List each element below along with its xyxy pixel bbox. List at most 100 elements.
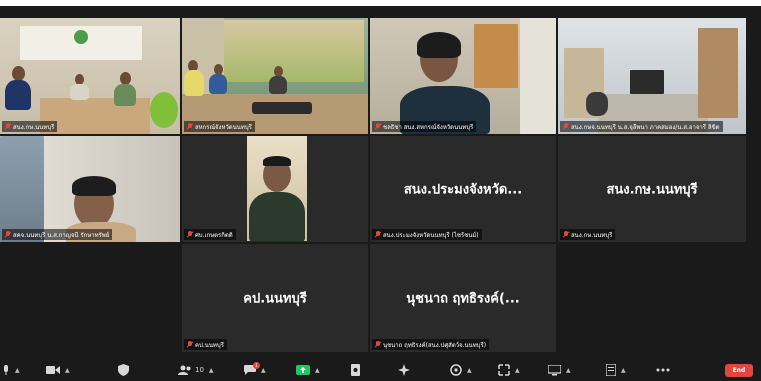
participant-name-tag: สนง.ประมงจังหวัดนนทบุรี (ไซร้ชนม์) bbox=[372, 229, 482, 240]
participant-display-name: สนง.กษ.นนทบุรี bbox=[606, 182, 698, 198]
participant-tile[interactable]: สนง.กษ.นนทบุรี สนง.กษ.นนทบุรี bbox=[558, 136, 746, 242]
participant-tile[interactable]: สนง.ประมงจังหวัด... สนง.ประมงจังหวัดนนทบ… bbox=[370, 136, 556, 242]
video-button[interactable]: ▲ bbox=[46, 363, 70, 377]
more-button[interactable] bbox=[656, 363, 670, 377]
mic-muted-icon bbox=[187, 341, 193, 348]
participant-tile[interactable]: สนง.กษ.นนทบุรี bbox=[0, 18, 180, 134]
hair bbox=[72, 176, 116, 196]
participant-name-tag: ศบ.เกษตรกิตติ bbox=[184, 229, 236, 240]
record-icon bbox=[351, 364, 360, 376]
whiteboard-button[interactable]: ▲ bbox=[498, 363, 520, 377]
apps-icon bbox=[450, 364, 462, 376]
mic-muted-icon bbox=[187, 231, 193, 238]
mic-muted-icon bbox=[563, 231, 569, 238]
person bbox=[209, 74, 227, 94]
mic-muted-icon bbox=[187, 123, 193, 130]
video-grid: สนง.กษ.นนทบุรี สหกรณ์จังหวัดนนทบุรี ชลธิ… bbox=[0, 18, 761, 356]
reactions-icon bbox=[398, 364, 410, 376]
mic-icon bbox=[4, 364, 8, 375]
chat-button[interactable]: 1 ▲ bbox=[244, 362, 266, 377]
chevron-up-icon[interactable]: ▲ bbox=[315, 367, 320, 374]
mic-muted-icon bbox=[375, 341, 381, 348]
chat-icon: 1 bbox=[244, 362, 260, 375]
screen-button[interactable]: ▲ bbox=[548, 363, 571, 377]
apps-button[interactable]: ▲ bbox=[450, 363, 472, 377]
person bbox=[12, 66, 25, 81]
chevron-up-icon[interactable]: ▲ bbox=[209, 367, 214, 374]
meeting-window: สนง.กษ.นนทบุรี สหกรณ์จังหวัดนนทบุรี ชลธิ… bbox=[0, 6, 761, 381]
video-icon bbox=[46, 366, 60, 374]
hair bbox=[417, 32, 461, 58]
video-feed bbox=[182, 18, 368, 134]
monitor bbox=[630, 70, 664, 94]
participant-name-tag: คป.นนทบุรี bbox=[184, 339, 227, 350]
mic-muted-icon bbox=[563, 123, 569, 130]
participant-name-tag: สหกรณ์จังหวัดนนทบุรี bbox=[184, 121, 255, 132]
person bbox=[184, 70, 204, 96]
logo-icon bbox=[74, 30, 88, 44]
hair bbox=[263, 156, 291, 166]
share-screen-button[interactable]: ▲ bbox=[296, 363, 320, 377]
video-feed bbox=[558, 18, 746, 134]
participant-tile[interactable]: สนง.กษจ.นนทบุรี น.ส.จุลีพนา ภาคสมอง/น.ส.… bbox=[558, 18, 746, 134]
participant-tile[interactable]: ชลธิชา สนง.สหกรณ์จังหวัดนนทบุรี bbox=[370, 18, 556, 134]
participant-name-tag: ชลธิชา สนง.สหกรณ์จังหวัดนนทบุรี bbox=[372, 121, 477, 132]
video-feed bbox=[0, 18, 180, 134]
participant-name-tag: สนง.กษ.นนทบุรี bbox=[2, 121, 58, 132]
reactions-button[interactable] bbox=[398, 363, 410, 377]
security-button[interactable] bbox=[118, 363, 129, 377]
participant-display-name: สนง.ประมงจังหวัด... bbox=[403, 182, 523, 198]
more-icon bbox=[656, 368, 670, 372]
participant-display-name: นุชนาถ ฤทธิรงค์(... bbox=[406, 291, 520, 307]
participant-name-tag: สนง.กษจ.นนทบุรี น.ส.จุลีพนา ภาคสมอง/น.ส.… bbox=[560, 121, 723, 132]
chevron-up-icon[interactable]: ▲ bbox=[621, 367, 626, 374]
person bbox=[249, 192, 305, 241]
chevron-up-icon[interactable]: ▲ bbox=[566, 367, 571, 374]
chair bbox=[586, 92, 608, 116]
chevron-up-icon[interactable]: ▲ bbox=[467, 367, 472, 374]
notes-icon bbox=[606, 364, 616, 376]
participants-icon bbox=[178, 365, 191, 375]
person bbox=[114, 84, 136, 106]
participant-name-tag: สคจ.นนทบุรี น.ส.กาญจนี รักษาทรัพย์ bbox=[2, 229, 113, 240]
video-feed bbox=[0, 136, 180, 242]
mic-muted-icon bbox=[375, 123, 381, 130]
notes-button[interactable]: ▲ bbox=[606, 363, 626, 377]
participants-count: 10 bbox=[195, 366, 204, 374]
participants-button[interactable]: 10 ▲ bbox=[178, 363, 214, 377]
person bbox=[269, 76, 287, 94]
window bbox=[0, 136, 44, 242]
security-icon bbox=[118, 364, 129, 376]
chevron-up-icon[interactable]: ▲ bbox=[65, 367, 70, 374]
wall-panel bbox=[520, 18, 556, 134]
chair bbox=[150, 92, 178, 128]
participant-tile[interactable]: สคจ.นนทบุรี น.ส.กาญจนี รักษาทรัพย์ bbox=[0, 136, 180, 242]
participant-display-name: คป.นนทบุรี bbox=[243, 291, 307, 307]
chevron-up-icon[interactable]: ▲ bbox=[261, 367, 266, 374]
participant-tile[interactable]: นุชนาถ ฤทธิรงค์(... นุชนาถ ฤทธิรงค์(สนง.… bbox=[370, 244, 556, 352]
participant-tile[interactable]: สหกรณ์จังหวัดนนทบุรี bbox=[182, 18, 368, 134]
cabinet bbox=[474, 24, 518, 88]
person bbox=[5, 80, 31, 110]
mic-muted-icon bbox=[5, 231, 11, 238]
wall-banner bbox=[224, 20, 364, 82]
mute-button[interactable]: ▲ bbox=[2, 363, 20, 377]
chevron-up-icon[interactable]: ▲ bbox=[515, 367, 520, 374]
participant-name-tag: สนง.กษ.นนทบุรี bbox=[560, 229, 616, 240]
end-meeting-button[interactable]: End bbox=[725, 364, 753, 377]
participant-tile[interactable]: คป.นนทบุรี คป.นนทบุรี bbox=[182, 244, 368, 352]
mic-muted-icon bbox=[375, 231, 381, 238]
meeting-toolbar: ▲ ▲ 10 ▲ 1 ▲ ▲ ▲ ▲ ▲ ▲ End bbox=[0, 359, 761, 381]
video-feed bbox=[247, 136, 307, 241]
screen-icon bbox=[548, 364, 561, 375]
mic-muted-icon bbox=[5, 123, 11, 130]
microphone-stand bbox=[252, 102, 312, 114]
record-button[interactable] bbox=[350, 363, 361, 377]
chevron-up-icon[interactable]: ▲ bbox=[15, 367, 20, 374]
share-screen-icon bbox=[296, 365, 310, 375]
person bbox=[70, 84, 89, 100]
video-feed bbox=[370, 18, 556, 134]
participant-tile[interactable]: ศบ.เกษตรกิตติ bbox=[182, 136, 368, 242]
participant-name-tag: นุชนาถ ฤทธิรงค์(สนง.ปศุสัตว์จ.นนทบุรี) bbox=[372, 339, 490, 350]
chat-badge: 1 bbox=[253, 362, 260, 369]
